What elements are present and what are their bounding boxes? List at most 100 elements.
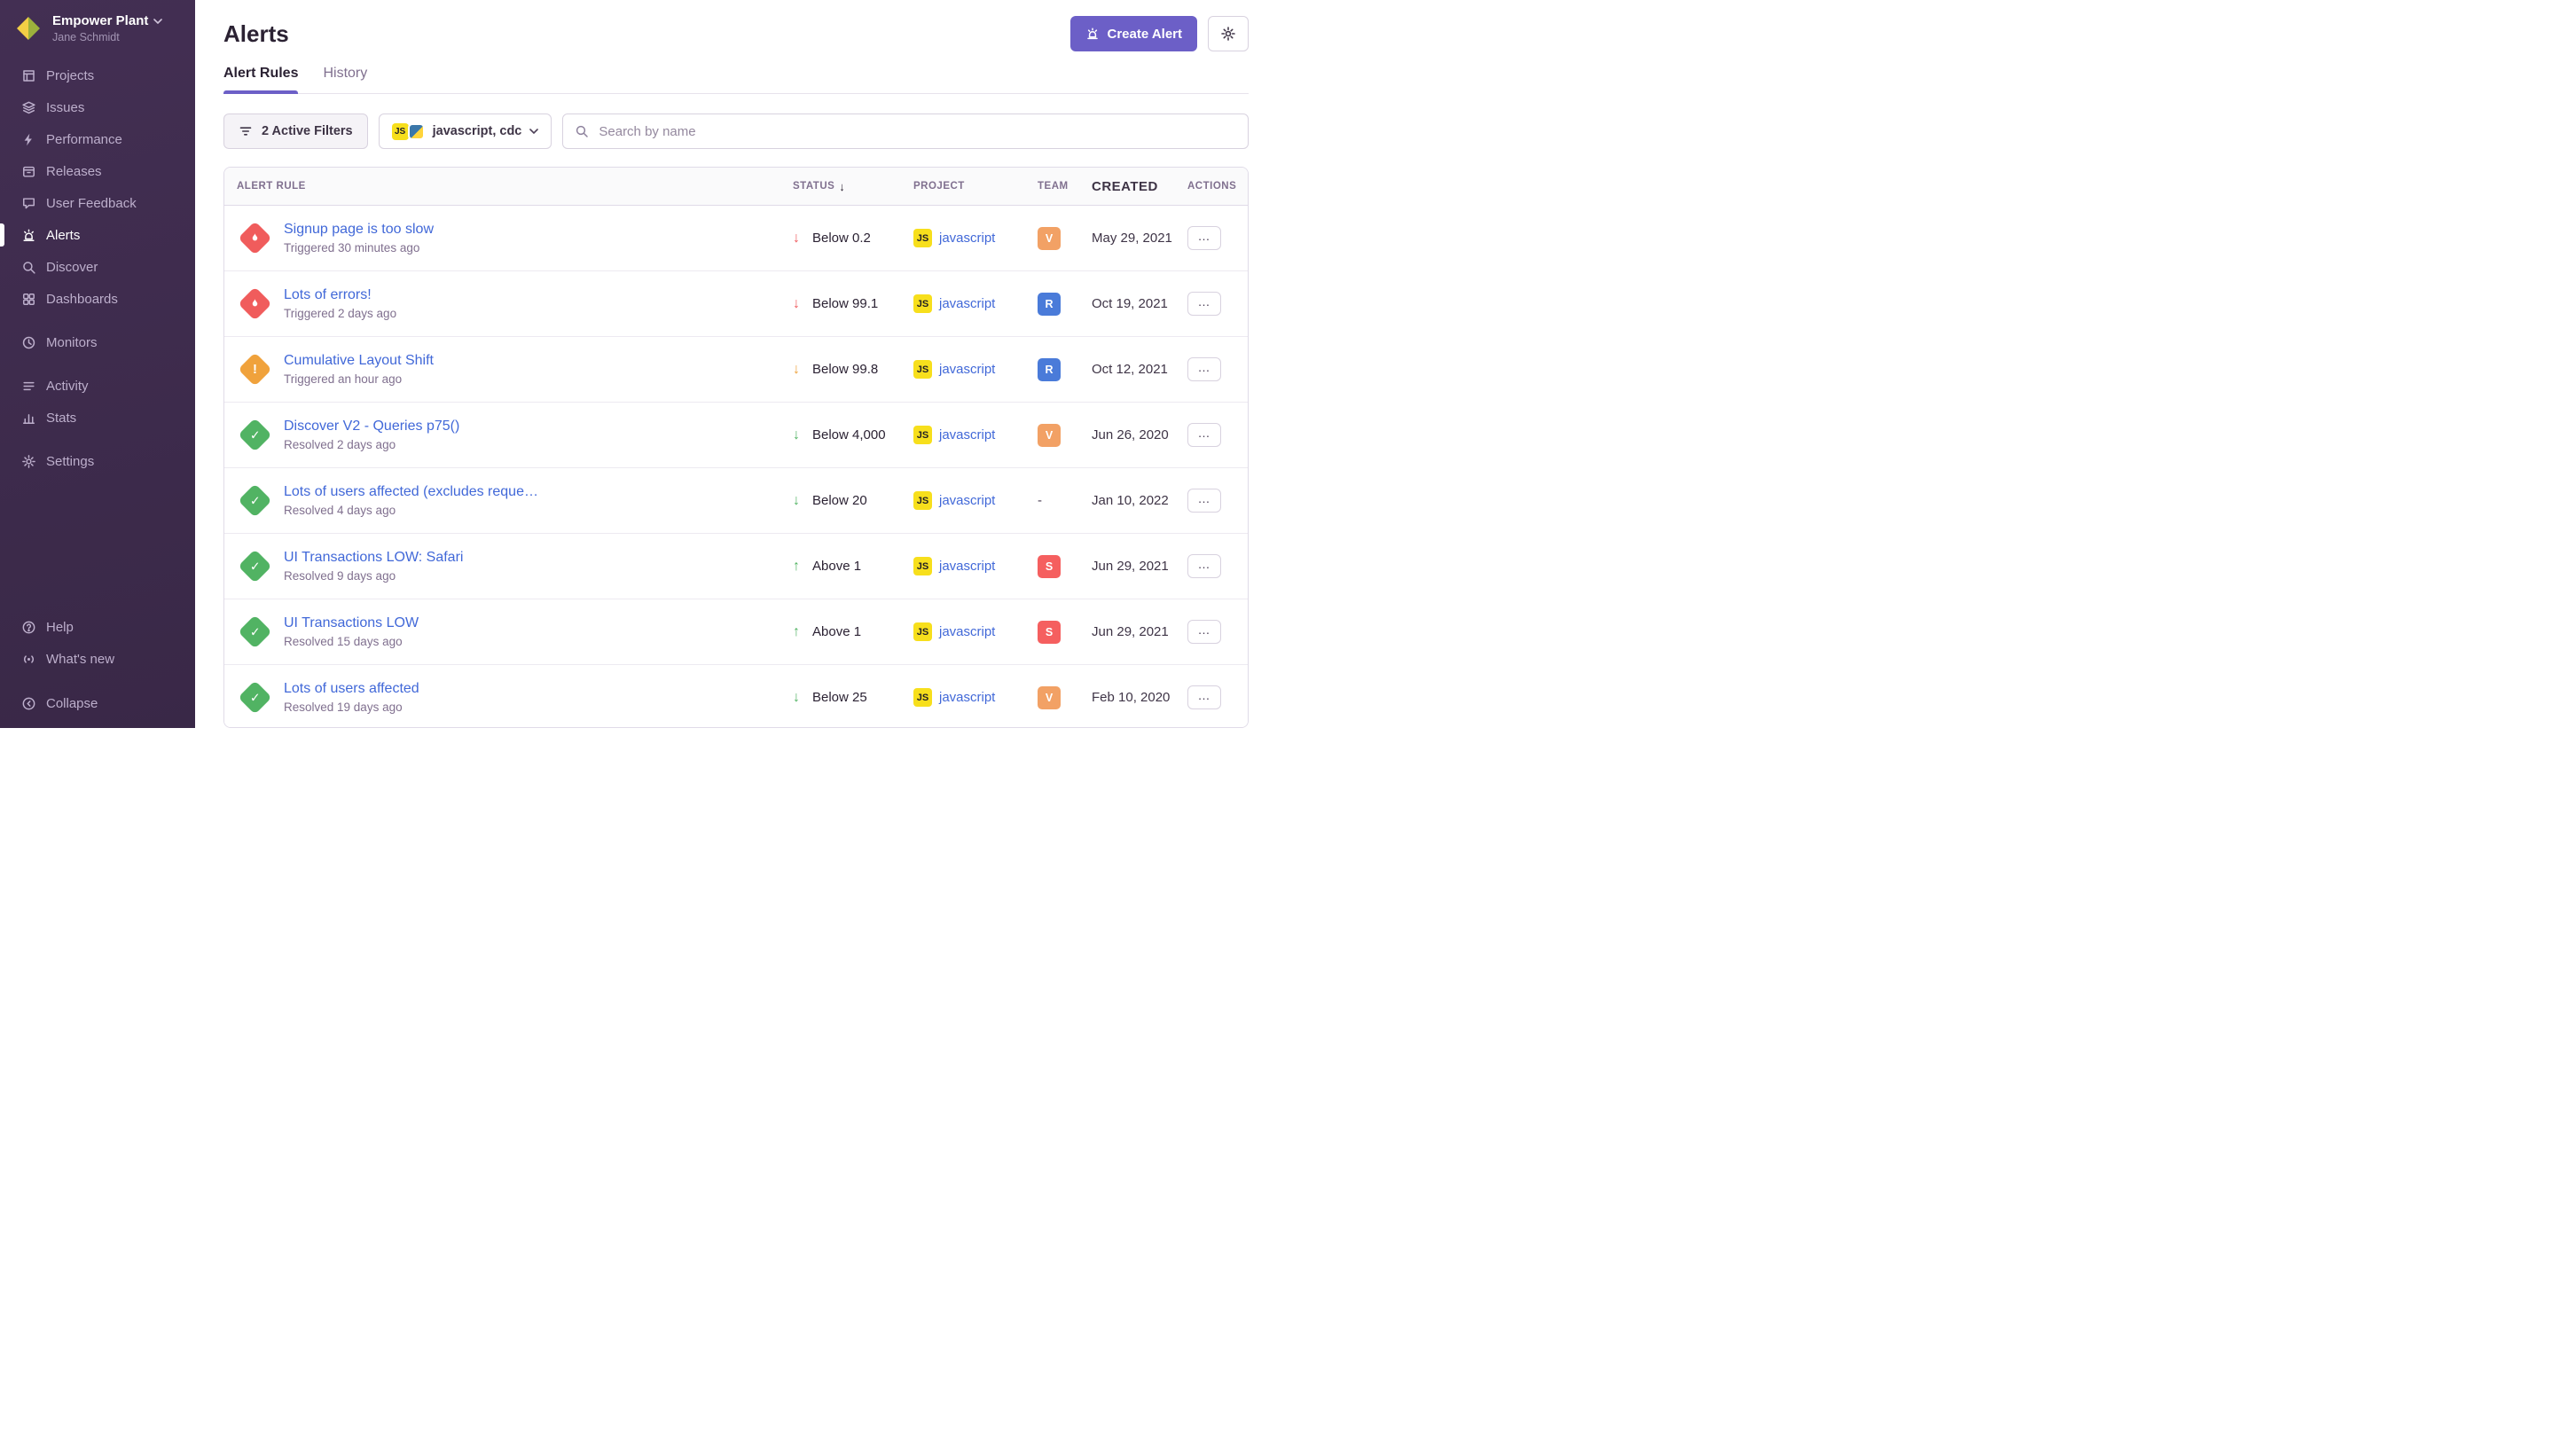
alert-rule-row: Signup page is too slow Triggered 30 min…	[224, 206, 1248, 271]
sidebar-item-alerts[interactable]: Alerts	[0, 219, 195, 251]
sidebar: Empower Plant Jane Schmidt Projects Issu…	[0, 0, 195, 728]
alert-rule-subtitle: Resolved 15 days ago	[284, 635, 419, 648]
column-header-status[interactable]: Status ↓	[793, 180, 913, 193]
trend-arrow-icon	[793, 362, 806, 378]
alert-rule-subtitle: Triggered an hour ago	[284, 372, 434, 386]
org-name: Empower Plant	[52, 13, 148, 28]
project-selector[interactable]: JS javascript, cdc	[379, 114, 552, 149]
project-link[interactable]: javascript	[939, 427, 995, 442]
sidebar-item-releases[interactable]: Releases	[0, 155, 195, 187]
column-header-created: Created	[1092, 179, 1187, 194]
column-header-actions: Actions	[1187, 181, 1248, 192]
alert-rule-link[interactable]: Lots of users affected	[284, 681, 419, 697]
search-icon	[575, 124, 589, 138]
search-box	[562, 114, 1249, 149]
alert-rule-link[interactable]: Signup page is too slow	[284, 222, 434, 238]
javascript-platform-icon: JS	[913, 426, 932, 444]
trend-arrow-icon	[793, 690, 806, 706]
alert-rule-row: UI Transactions LOW: Safari Resolved 9 d…	[224, 534, 1248, 599]
sidebar-item-label: Dashboards	[46, 292, 118, 307]
tab-alert-rules[interactable]: Alert Rules	[223, 66, 298, 93]
trend-arrow-icon	[793, 231, 806, 247]
tab-history[interactable]: History	[323, 66, 367, 93]
project-link[interactable]: javascript	[939, 559, 995, 574]
alert-rule-subtitle: Triggered 2 days ago	[284, 307, 396, 320]
sidebar-item-issues[interactable]: Issues	[0, 91, 195, 123]
alert-rule-link[interactable]: UI Transactions LOW	[284, 615, 419, 631]
sidebar-item-label: Settings	[46, 454, 94, 469]
activity-icon	[20, 378, 36, 394]
alert-rule-link[interactable]: Lots of users affected (excludes reque…	[284, 484, 538, 500]
sidebar-item-label: What's new	[46, 652, 114, 667]
table-header-row: Alert Rule Status ↓ Project Team Created…	[224, 168, 1248, 206]
sidebar-item-projects[interactable]: Projects	[0, 59, 195, 91]
row-actions-button[interactable]: …	[1187, 292, 1221, 316]
sidebar-item-label: Issues	[46, 100, 84, 115]
row-actions-button[interactable]: …	[1187, 357, 1221, 381]
sidebar-item-whats-new[interactable]: What's new	[0, 643, 195, 675]
sidebar-item-dashboards[interactable]: Dashboards	[0, 283, 195, 315]
alert-rule-subtitle: Resolved 2 days ago	[284, 438, 459, 451]
project-link[interactable]: javascript	[939, 493, 995, 508]
table-body: Signup page is too slow Triggered 30 min…	[224, 206, 1248, 728]
alert-severity-icon	[237, 549, 272, 584]
team-avatar: R	[1038, 293, 1061, 316]
trend-arrow-icon	[793, 427, 806, 443]
alert-rule-link[interactable]: Cumulative Layout Shift	[284, 353, 434, 369]
check-icon	[249, 493, 260, 508]
sidebar-item-monitors[interactable]: Monitors	[0, 326, 195, 358]
sidebar-item-user-feedback[interactable]: User Feedback	[0, 187, 195, 219]
javascript-platform-icon: JS	[913, 622, 932, 641]
create-alert-button[interactable]: Create Alert	[1070, 16, 1197, 51]
sidebar-item-performance[interactable]: Performance	[0, 123, 195, 155]
project-link[interactable]: javascript	[939, 296, 995, 311]
check-icon	[249, 559, 260, 574]
sidebar-item-help[interactable]: Help	[0, 611, 195, 643]
sidebar-item-activity[interactable]: Activity	[0, 370, 195, 402]
row-actions-button[interactable]: …	[1187, 685, 1221, 709]
row-actions-button[interactable]: …	[1187, 226, 1221, 250]
project-link[interactable]: javascript	[939, 362, 995, 377]
sidebar-item-settings[interactable]: Settings	[0, 445, 195, 477]
check-icon	[249, 624, 260, 639]
alert-rule-link[interactable]: Discover V2 - Queries p75()	[284, 419, 459, 434]
alert-rule-subtitle: Resolved 9 days ago	[284, 569, 463, 583]
sidebar-item-label: Help	[46, 620, 74, 635]
status-threshold: Above 1	[812, 559, 861, 574]
sidebar-item-label: Projects	[46, 68, 94, 83]
sidebar-collapse-button[interactable]: Collapse	[0, 687, 195, 719]
gear-icon	[1220, 26, 1236, 42]
team-avatar: V	[1038, 686, 1061, 709]
status-threshold: Below 4,000	[812, 427, 886, 442]
project-link[interactable]: javascript	[939, 231, 995, 246]
team-avatar: V	[1038, 424, 1061, 447]
alert-rule-row: Lots of errors! Triggered 2 days ago Bel…	[224, 271, 1248, 337]
sidebar-item-label: User Feedback	[46, 196, 137, 211]
sidebar-item-label: Stats	[46, 411, 76, 426]
alert-rule-link[interactable]: UI Transactions LOW: Safari	[284, 550, 463, 566]
alert-settings-button[interactable]	[1208, 16, 1249, 51]
row-actions-button[interactable]: …	[1187, 554, 1221, 578]
collapse-icon	[20, 695, 36, 711]
page-header: Alerts Create Alert	[223, 16, 1249, 51]
project-link[interactable]: javascript	[939, 624, 995, 639]
check-icon	[249, 690, 260, 705]
row-actions-button[interactable]: …	[1187, 620, 1221, 644]
status-threshold: Below 0.2	[812, 231, 871, 246]
org-switcher[interactable]: Empower Plant Jane Schmidt	[0, 0, 195, 56]
help-icon	[20, 619, 36, 635]
chevron-down-icon	[529, 129, 538, 134]
status-threshold: Above 1	[812, 624, 861, 639]
tab-bar: Alert Rules History	[223, 66, 1249, 94]
filter-bar: 2 Active Filters JS javascript, cdc	[223, 114, 1249, 149]
alert-rule-link[interactable]: Lots of errors!	[284, 287, 396, 303]
active-filters-button[interactable]: 2 Active Filters	[223, 114, 368, 149]
search-input[interactable]	[597, 123, 1236, 140]
row-actions-button[interactable]: …	[1187, 489, 1221, 513]
sidebar-item-discover[interactable]: Discover	[0, 251, 195, 283]
status-threshold: Below 99.1	[812, 296, 878, 311]
row-actions-button[interactable]: …	[1187, 423, 1221, 447]
sidebar-item-stats[interactable]: Stats	[0, 402, 195, 434]
trend-arrow-icon	[793, 559, 806, 575]
project-link[interactable]: javascript	[939, 690, 995, 705]
